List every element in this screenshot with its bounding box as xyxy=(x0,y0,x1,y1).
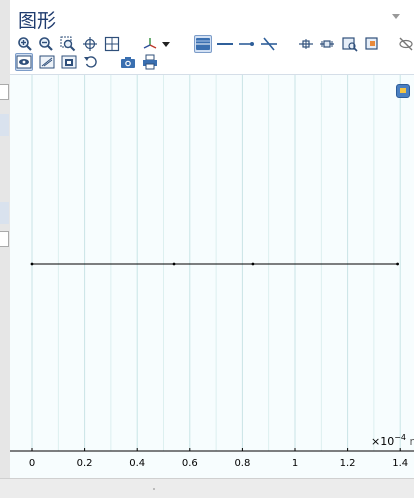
selection-mode-icon[interactable] xyxy=(297,35,315,53)
x-tick-label: 0.2 xyxy=(77,458,93,469)
print-icon[interactable] xyxy=(141,53,159,71)
hide-icon[interactable] xyxy=(363,35,381,53)
status-bar xyxy=(0,478,414,498)
reset-view-icon[interactable] xyxy=(82,53,100,71)
resize-grip[interactable] xyxy=(153,488,155,490)
zoom-extents-icon[interactable] xyxy=(103,35,121,53)
dropdown-arrow-icon[interactable] xyxy=(160,35,172,53)
window-title: 图形 xyxy=(18,10,57,32)
select-points-icon[interactable] xyxy=(260,35,278,53)
navigation-cube-icon[interactable] xyxy=(396,84,410,98)
screenshot-icon[interactable] xyxy=(119,53,137,71)
select-edges-icon[interactable] xyxy=(238,35,256,53)
graphics-canvas[interactable]: 0 0.2 0.4 0.6 0.8 1 1.2 1.4 ×10−4 m xyxy=(10,74,414,479)
x-tick-label: 0.4 xyxy=(129,458,145,469)
deselect-icon[interactable] xyxy=(318,35,336,53)
grid-view-icon[interactable] xyxy=(38,53,56,71)
view-icon[interactable] xyxy=(15,53,33,71)
graphics-toolbar-row-1 xyxy=(10,35,414,55)
geometry-vertex xyxy=(396,262,399,266)
geometry-vertex xyxy=(30,262,34,266)
x-tick-label: 1.4 xyxy=(392,458,408,469)
geometry-vertex xyxy=(172,262,176,266)
select-boundaries-icon[interactable] xyxy=(216,35,234,53)
axis-unit: m xyxy=(410,435,414,448)
exponent-prefix: ×10 xyxy=(371,435,395,448)
title-bar: 图形 xyxy=(10,0,414,34)
window-menu-arrow-icon[interactable] xyxy=(392,14,400,19)
zoom-in-icon[interactable] xyxy=(16,35,34,53)
zoom-box-icon[interactable] xyxy=(59,35,77,53)
geometry-vertex xyxy=(251,262,255,266)
x-tick-label: 0 xyxy=(29,458,35,469)
panel-item-highlight xyxy=(0,202,9,224)
zoom-out-icon[interactable] xyxy=(37,35,55,53)
panel-item-highlight xyxy=(0,114,9,136)
graphics-toolbar-row-2 xyxy=(10,53,414,73)
visibility-icon[interactable] xyxy=(397,35,414,53)
pan-icon[interactable] xyxy=(81,35,99,53)
panel-scroll-handle[interactable] xyxy=(0,84,9,100)
axis-orientation-icon[interactable] xyxy=(141,35,159,53)
x-tick-label: 0.8 xyxy=(234,458,250,469)
x-tick-label: 0.6 xyxy=(182,458,198,469)
x-tick-label: 1 xyxy=(292,458,298,469)
show-selection-icon[interactable] xyxy=(341,35,359,53)
scene-light-icon[interactable] xyxy=(60,53,78,71)
exponent-power: −4 xyxy=(394,433,407,442)
panel-scroll-handle[interactable] xyxy=(0,231,9,247)
geometry-plot[interactable]: 0 0.2 0.4 0.6 0.8 1 1.2 1.4 xyxy=(10,75,414,479)
x-tick-label: 1.2 xyxy=(340,458,356,469)
axis-exponent-label: ×10−4 m xyxy=(371,433,414,448)
graphics-window: 图形 0 0.2 0.4 0.6 0.8 1 1.2 1.4 ×10−4 xyxy=(10,0,414,479)
select-domains-icon[interactable] xyxy=(194,35,212,53)
